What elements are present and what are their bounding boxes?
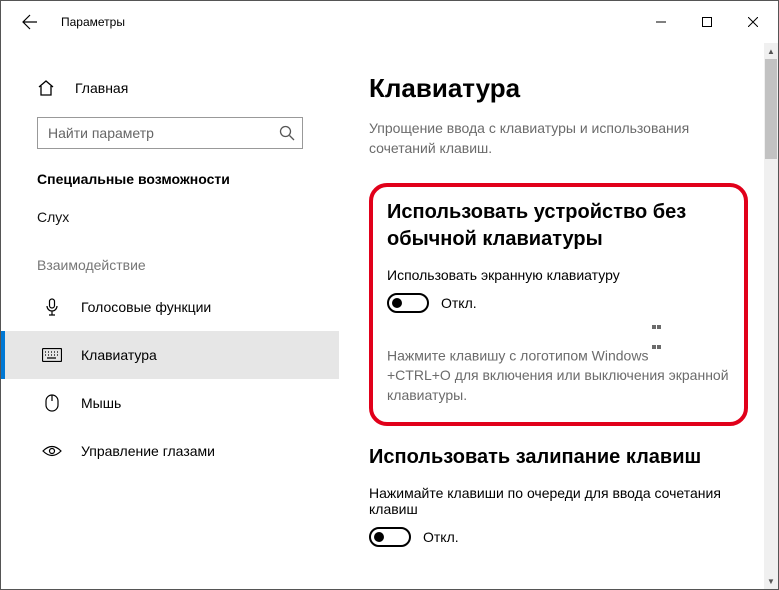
sidebar-item-eye-control[interactable]: Управление глазами [1,427,339,475]
scroll-up-button[interactable]: ▲ [764,43,778,59]
search-input[interactable] [37,117,303,149]
sidebar-home[interactable]: Главная [1,71,339,105]
scrollbar[interactable]: ▲ ▼ [764,43,778,589]
sidebar: Главная Специальные возможности Слух Вза… [1,43,339,589]
mouse-icon [41,394,63,412]
toggle-osk-state: Откл. [441,295,477,311]
close-button[interactable] [730,6,776,38]
sidebar-item-label: Голосовые функции [81,299,211,315]
microphone-icon [41,298,63,316]
search-icon [279,125,295,141]
sidebar-section-header: Специальные возможности [1,163,339,199]
keyboard-icon [41,348,63,362]
section-title-sticky: Использовать залипание клавиш [369,444,748,471]
toggle-osk[interactable] [387,293,429,313]
scroll-thumb[interactable] [765,59,777,159]
sidebar-group-interaction: Взаимодействие [1,235,339,283]
content: Клавиатура Упрощение ввода с клавиатуры … [339,43,778,589]
setting-label-osk: Использовать экранную клавиатуру [387,267,730,283]
sidebar-item-label: Клавиатура [81,347,157,363]
window-controls [638,6,776,38]
scroll-down-button[interactable]: ▼ [764,573,778,589]
search-wrap [37,117,303,149]
home-icon [37,79,59,97]
page-title: Клавиатура [369,73,748,104]
toggle-sticky-state: Откл. [423,529,459,545]
sidebar-home-label: Главная [75,80,128,96]
section-title-osk: Использовать устройство без обычной клав… [387,199,730,253]
titlebar: Параметры [1,1,778,43]
setting-label-sticky: Нажимайте клавиши по очереди для ввода с… [369,485,748,517]
maximize-button[interactable] [684,6,730,38]
arrow-left-icon [22,14,38,30]
highlighted-section: Использовать устройство без обычной клав… [369,183,748,426]
sidebar-item-label: Управление глазами [81,443,215,459]
sidebar-item-mouse[interactable]: Мышь [1,379,339,427]
back-button[interactable] [13,5,47,39]
sidebar-item-keyboard[interactable]: Клавиатура [1,331,339,379]
hint-osk: Нажмите клавишу с логотипом Windows +CTR… [387,325,730,406]
minimize-button[interactable] [638,6,684,38]
toggle-sticky[interactable] [369,527,411,547]
page-subtitle: Упрощение ввода с клавиатуры и использов… [369,118,748,159]
window-title: Параметры [61,15,125,29]
sidebar-item-voice[interactable]: Голосовые функции [1,283,339,331]
sidebar-item-hearing[interactable]: Слух [1,199,339,235]
scroll-track[interactable] [764,59,778,573]
eye-icon [41,444,63,458]
sidebar-item-label: Мышь [81,395,121,411]
windows-logo-icon [652,325,662,335]
